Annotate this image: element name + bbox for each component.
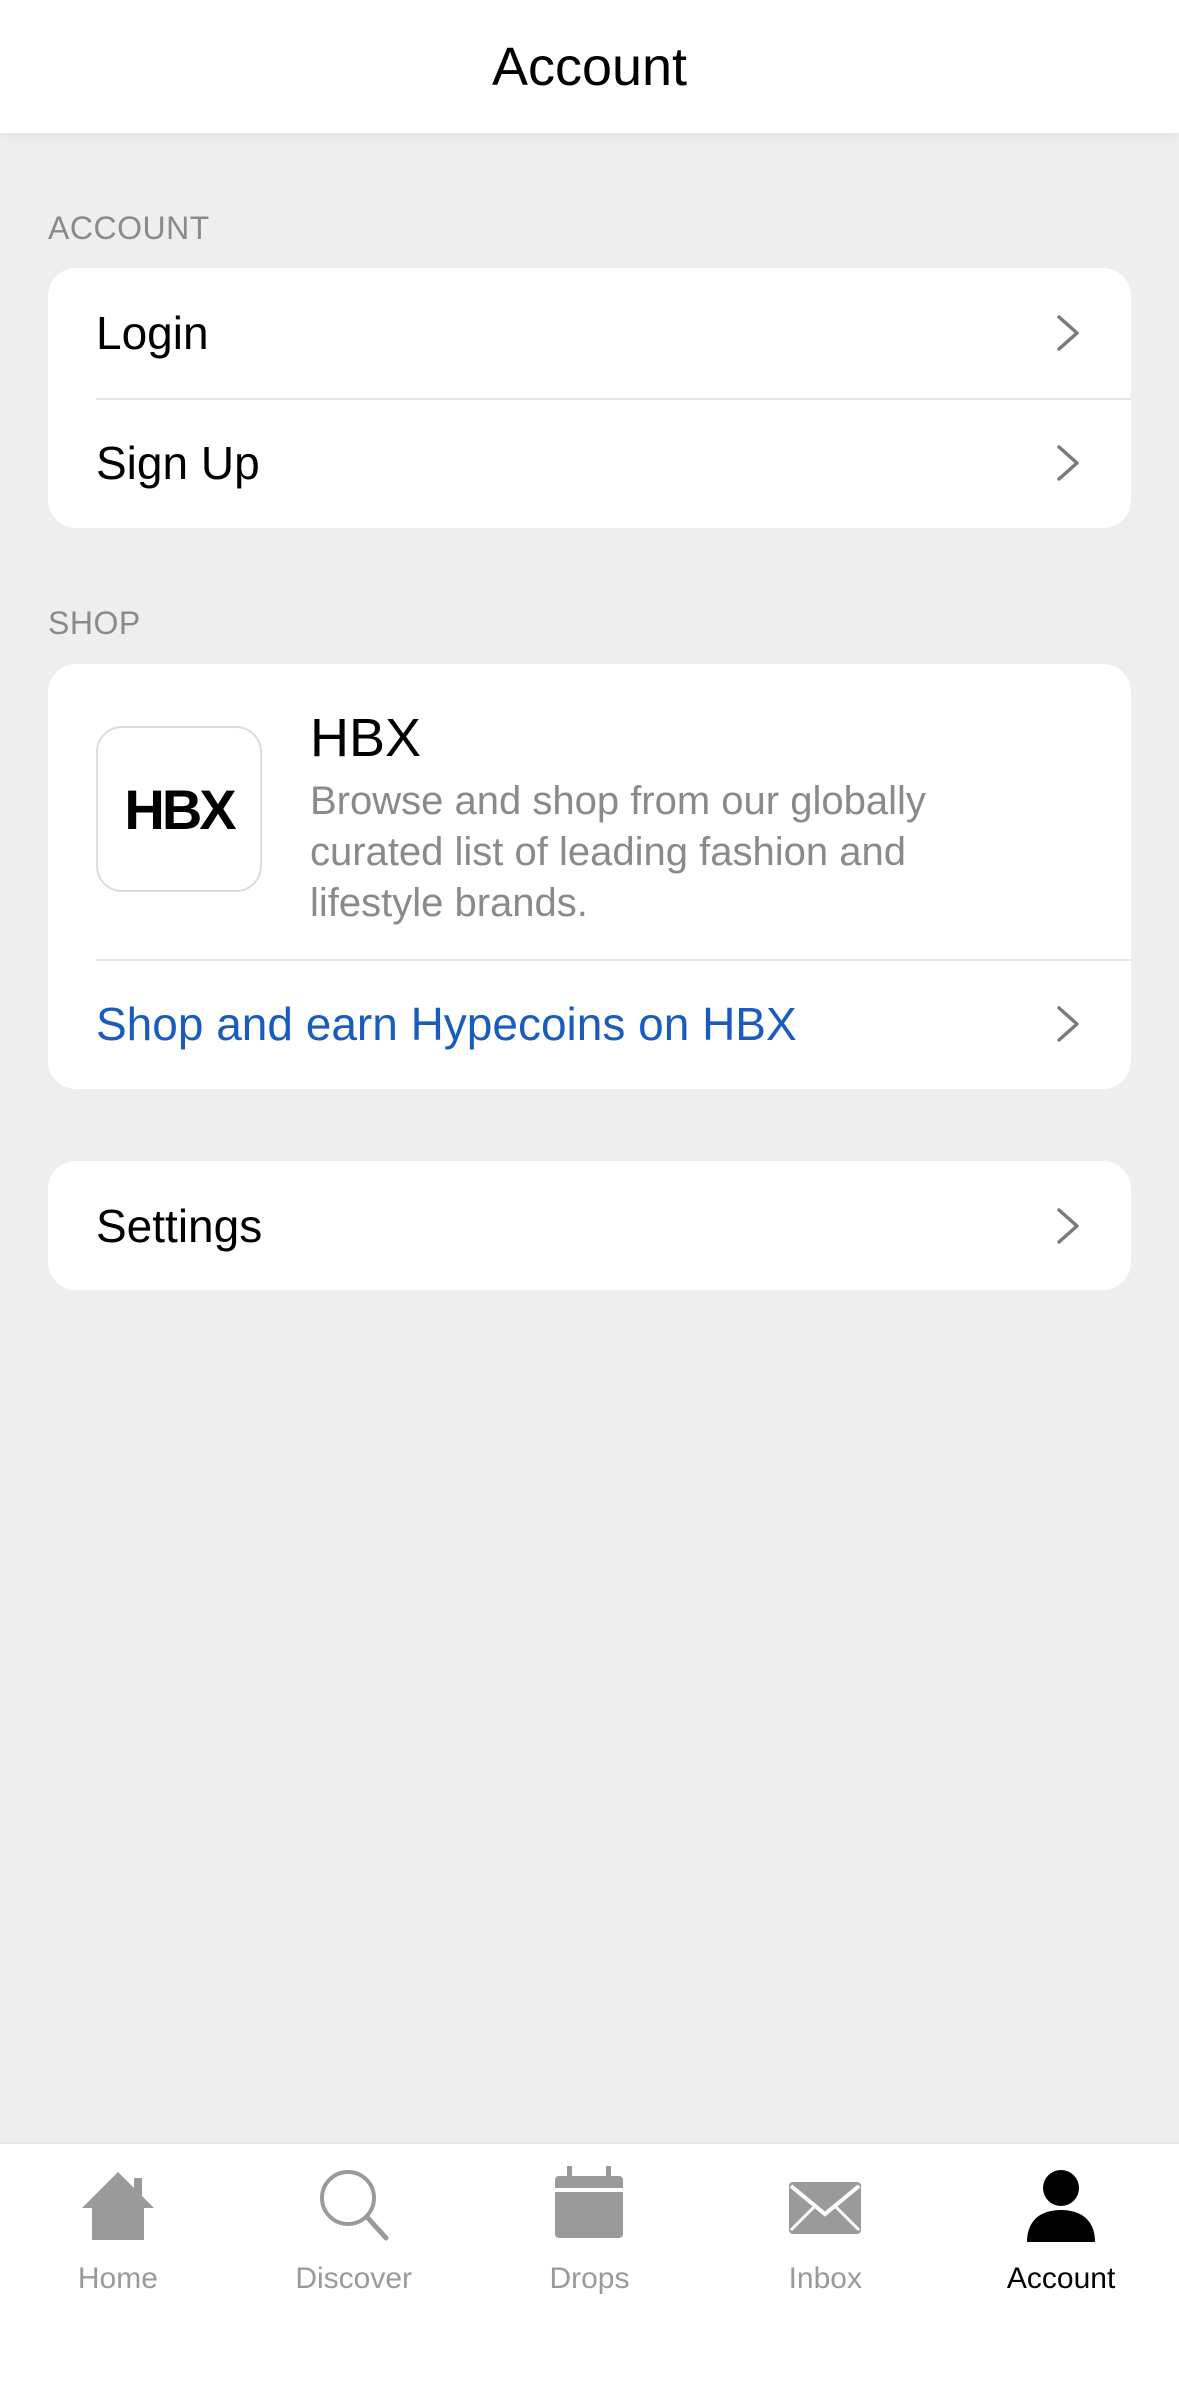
hbx-hypecoins-link-row[interactable]: Shop and earn Hypecoins on HBX [48,959,1131,1089]
hbx-description: Browse and shop from our globally curate… [310,779,926,925]
home-icon [81,2172,154,2240]
tab-account[interactable]: Account [943,2144,1179,2396]
tab-home[interactable]: Home [0,2144,236,2396]
settings-card: Settings [48,1161,1131,1290]
divider [96,398,1131,400]
tab-inbox[interactable]: Inbox [707,2144,943,2396]
hbx-hypecoins-link[interactable]: Shop and earn Hypecoins on HBX [96,997,1053,1051]
tab-inbox-label: Inbox [788,2262,862,2295]
tab-discover-label: Discover [295,2262,413,2295]
divider [96,959,1131,961]
chevron-right-icon [1057,1207,1079,1244]
hbx-title: HBX [310,708,422,768]
tab-drops[interactable]: Drops [472,2144,708,2396]
hbx-logo: HBX [96,726,262,892]
settings-row[interactable]: Settings [48,1161,1131,1290]
page-title: Account [491,36,688,97]
calendar-icon [555,2166,624,2238]
bottom-tab-bar: Home Discover Drops Inbox Account [0,2142,1179,2396]
settings-label: Settings [96,1199,263,1252]
mail-icon [789,2182,862,2234]
person-icon [1027,2170,1096,2242]
chevron-right-icon [1057,445,1079,481]
top-nav-bar: Account [0,0,1179,133]
sign-up-row[interactable]: Sign Up [48,398,1131,528]
account-section-label: ACCOUNT [48,210,210,246]
chevron-right-icon [1057,315,1079,351]
account-card: Login Sign Up [48,268,1131,528]
hbx-shop-item[interactable]: HBX HBX Browse and shop from our globall… [48,664,1131,959]
login-row[interactable]: Login [48,268,1131,398]
shop-card: HBX HBX Browse and shop from our globall… [48,664,1131,1089]
sign-up-label: Sign Up [96,437,260,489]
tab-home-label: Home [77,2262,158,2295]
tab-discover[interactable]: Discover [236,2144,472,2396]
tab-account-label: Account [1006,2262,1116,2295]
search-icon [319,2170,389,2241]
chevron-right-icon [1057,1006,1079,1042]
tab-drops-label: Drops [549,2262,630,2295]
login-label: Login [96,307,209,359]
shop-section-label: SHOP [48,605,141,641]
